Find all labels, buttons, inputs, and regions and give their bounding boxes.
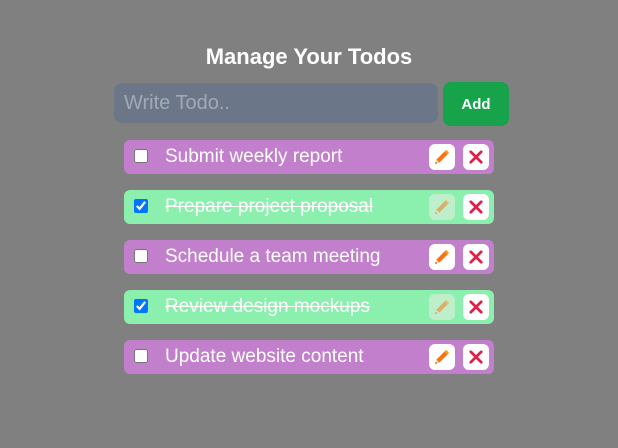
todo-app: Manage Your Todos Add Submit weekly repo… [0,0,618,448]
todo-text: Schedule a team meeting [165,246,381,267]
todo-item: Schedule a team meeting [124,240,494,274]
edit-button[interactable] [429,144,455,170]
edit-button[interactable] [429,194,455,220]
todo-checkbox[interactable] [134,299,148,313]
todo-item: Submit weekly report [124,140,494,174]
delete-button[interactable] [463,244,489,270]
todo-item: Prepare project proposal [124,190,494,224]
close-icon [469,200,483,214]
todo-checkbox[interactable] [134,149,148,163]
edit-button[interactable] [429,344,455,370]
todo-checkbox[interactable] [134,349,148,363]
todo-item: Update website content [124,340,494,374]
todo-text: Prepare project proposal [165,196,374,217]
todo-text: Update website content [165,346,364,367]
close-icon [469,300,483,314]
pencil-icon [435,199,450,214]
todo-checkbox[interactable] [134,199,148,213]
close-icon [469,150,483,164]
todo-text: Submit weekly report [165,146,343,167]
pencil-icon [435,149,450,164]
page-title: Manage Your Todos [205,44,413,69]
delete-button[interactable] [463,294,489,320]
pencil-icon [435,299,450,314]
close-icon [469,350,483,364]
add-todo-form: Add [114,82,509,126]
todo-item: Review design mockups [124,290,494,324]
close-icon [469,250,483,264]
todo-text: Review design mockups [165,296,370,317]
pencil-icon [435,249,450,264]
delete-button[interactable] [463,344,489,370]
edit-button[interactable] [429,294,455,320]
edit-button[interactable] [429,244,455,270]
pencil-icon [435,349,450,364]
delete-button[interactable] [463,194,489,220]
todo-checkbox[interactable] [134,249,148,263]
delete-button[interactable] [463,144,489,170]
todo-list: Submit weekly report Prepare project pro… [124,140,494,390]
add-button[interactable]: Add [443,82,509,126]
todo-input[interactable] [114,83,438,123]
